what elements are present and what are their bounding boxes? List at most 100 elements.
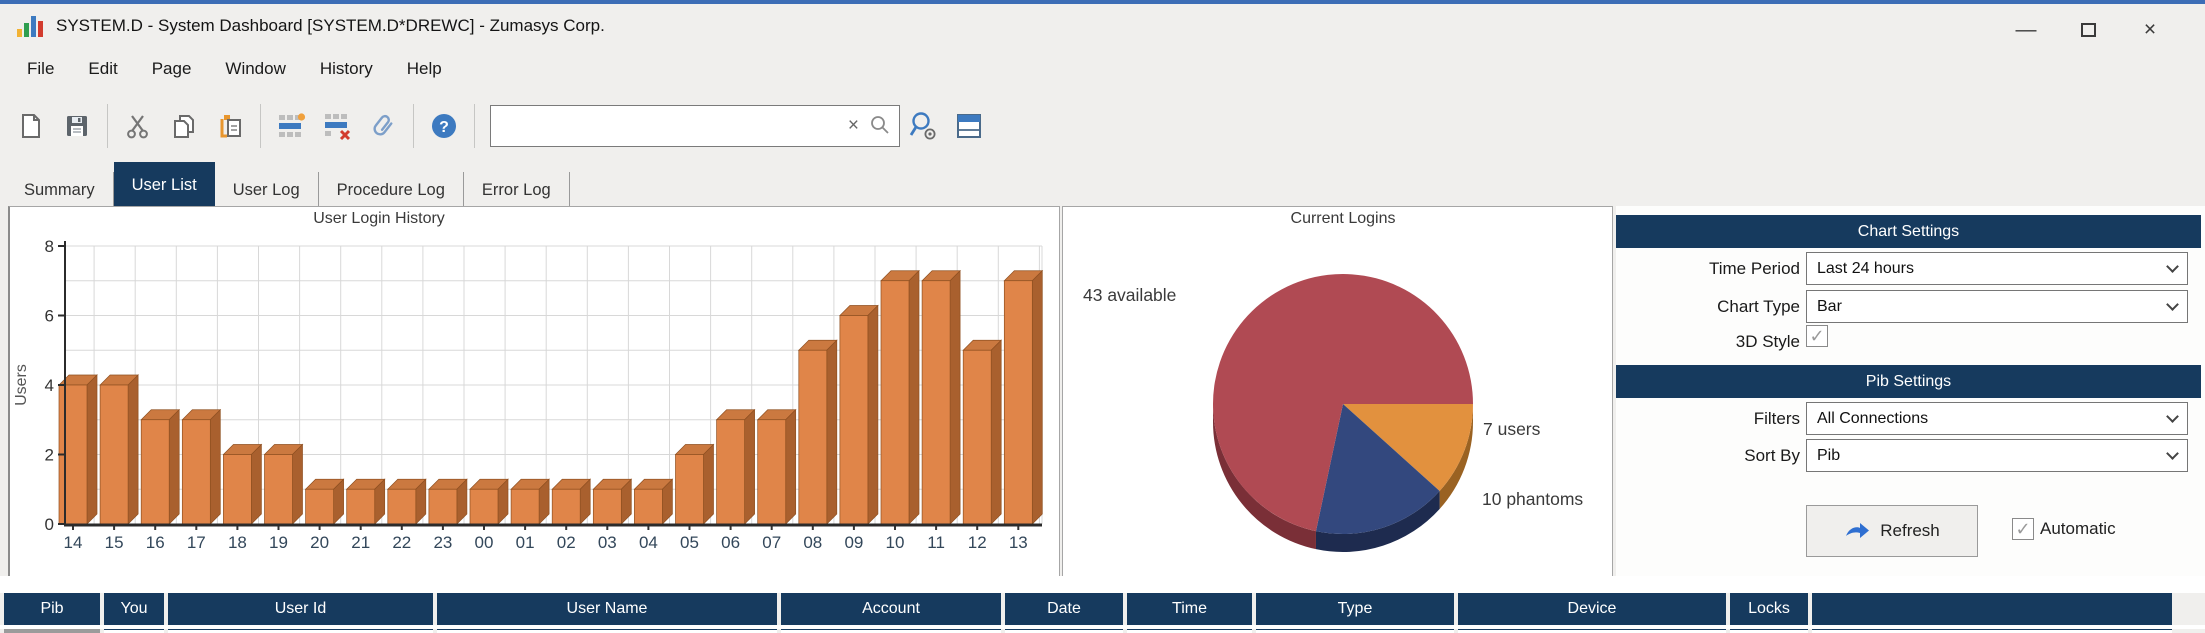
table-cell (1127, 629, 1252, 633)
svg-text:22: 22 (392, 533, 411, 552)
svg-text:?: ? (439, 119, 449, 136)
save-button[interactable] (54, 100, 100, 152)
window-titlebar: SYSTEM.D - System Dashboard [SYSTEM.D*DR… (0, 0, 2205, 48)
cut-button[interactable] (115, 100, 161, 152)
automatic-label: Automatic (2040, 518, 2116, 540)
menu-help[interactable]: Help (390, 53, 459, 85)
svg-text:Users: Users (13, 364, 30, 406)
chevron-down-icon (2166, 447, 2179, 460)
chart-type-dropdown[interactable]: Bar (1806, 290, 2188, 323)
close-button[interactable]: × (2119, 8, 2181, 52)
menu-file[interactable]: File (10, 53, 71, 85)
tab-error-log[interactable]: Error Log (464, 172, 570, 208)
sort-by-dropdown[interactable]: Pib (1806, 439, 2188, 472)
help-icon: ? (429, 111, 459, 141)
table-cell (168, 629, 433, 633)
style-3d-checkbox[interactable]: ✓ (1806, 325, 1828, 347)
search-icon[interactable] (867, 113, 893, 139)
svg-text:01: 01 (516, 533, 535, 552)
table-cell (1812, 629, 2172, 633)
svg-text:12: 12 (968, 533, 987, 552)
user-login-history-panel: 1415161718192021222300010203040506070809… (8, 206, 1060, 578)
app-icon (16, 12, 44, 40)
menu-window[interactable]: Window (208, 53, 302, 85)
svg-text:0: 0 (45, 515, 54, 534)
svg-text:07: 07 (762, 533, 781, 552)
svg-text:21: 21 (351, 533, 370, 552)
menu-edit[interactable]: Edit (71, 53, 134, 85)
refresh-button[interactable]: Refresh (1806, 505, 1978, 557)
column-header-locks[interactable]: Locks (1730, 593, 1808, 625)
new-document-button[interactable] (8, 100, 54, 152)
svg-text:03: 03 (598, 533, 617, 552)
tab-user-list[interactable]: User List (114, 162, 215, 208)
column-header-pib[interactable]: Pib (4, 593, 100, 625)
column-header-account[interactable]: Account (781, 593, 1001, 625)
column-header-user-id[interactable]: User Id (168, 593, 433, 625)
svg-text:7 users: 7 users (1483, 419, 1541, 439)
column-header-user-name[interactable]: User Name (437, 593, 777, 625)
svg-text:14: 14 (64, 533, 83, 552)
maximize-button[interactable] (2057, 8, 2119, 52)
attach-button[interactable] (360, 100, 406, 152)
layout-view-icon (954, 111, 984, 141)
svg-text:43 available: 43 available (1083, 285, 1176, 305)
toolbar-separator (474, 104, 475, 148)
copy-icon (170, 112, 198, 140)
svg-text:4: 4 (45, 376, 54, 395)
svg-text:09: 09 (844, 533, 863, 552)
column-header-device[interactable]: Device (1458, 593, 1726, 625)
svg-text:13: 13 (1009, 533, 1028, 552)
chevron-down-icon (2166, 298, 2179, 311)
table-cell (437, 629, 777, 633)
tab-procedure-log[interactable]: Procedure Log (319, 172, 464, 208)
toolbar-separator (260, 104, 261, 148)
menu-history[interactable]: History (303, 53, 390, 85)
tab-summary[interactable]: Summary (6, 172, 114, 208)
maximize-icon (2081, 23, 2096, 37)
window-title: SYSTEM.D - System Dashboard [SYSTEM.D*DR… (56, 16, 605, 36)
table-cell (1005, 629, 1123, 633)
check-icon: ✓ (1809, 327, 1824, 345)
table-cell (1458, 629, 1726, 633)
new-document-icon (17, 112, 45, 140)
menu-bar: FileEditPageWindowHistoryHelp (0, 48, 2205, 90)
delete-row-icon (322, 111, 352, 141)
column-header-you[interactable]: You (104, 593, 164, 625)
chevron-down-icon (2166, 410, 2179, 423)
delete-row-button[interactable] (314, 100, 360, 152)
copy-button[interactable] (161, 100, 207, 152)
column-header-time[interactable]: Time (1127, 593, 1252, 625)
search-settings-button[interactable] (900, 100, 946, 152)
tab-user-log[interactable]: User Log (215, 172, 319, 208)
column-header-type[interactable]: Type (1256, 593, 1454, 625)
filters-dropdown[interactable]: All Connections (1806, 402, 2188, 435)
paste-icon (216, 112, 244, 140)
insert-row-button[interactable] (268, 100, 314, 152)
automatic-checkbox[interactable]: ✓ (2012, 518, 2034, 540)
time-period-label: Time Period (1616, 252, 1800, 285)
filters-label: Filters (1616, 402, 1800, 435)
table-cell (1730, 629, 1808, 633)
table-row (4, 629, 2176, 633)
paste-button[interactable] (207, 100, 253, 152)
help-button[interactable]: ? (421, 100, 467, 152)
toolbar-separator (413, 104, 414, 148)
insert-row-icon (276, 111, 306, 141)
column-header-date[interactable]: Date (1005, 593, 1123, 625)
minimize-button[interactable]: — (1995, 8, 2057, 52)
chevron-down-icon (2166, 260, 2179, 273)
search-clear-icon[interactable]: × (840, 115, 867, 137)
svg-text:6: 6 (45, 307, 54, 326)
svg-text:02: 02 (557, 533, 576, 552)
svg-text:06: 06 (721, 533, 740, 552)
check-icon: ✓ (2015, 520, 2030, 538)
svg-text:10: 10 (886, 533, 905, 552)
column-header-blank[interactable] (1812, 593, 2172, 625)
table-cell (781, 629, 1001, 633)
time-period-dropdown[interactable]: Last 24 hours (1806, 252, 2188, 285)
search-input[interactable] (491, 106, 840, 146)
table-cell (104, 629, 164, 633)
layout-view-button[interactable] (946, 100, 992, 152)
menu-page[interactable]: Page (135, 53, 209, 85)
